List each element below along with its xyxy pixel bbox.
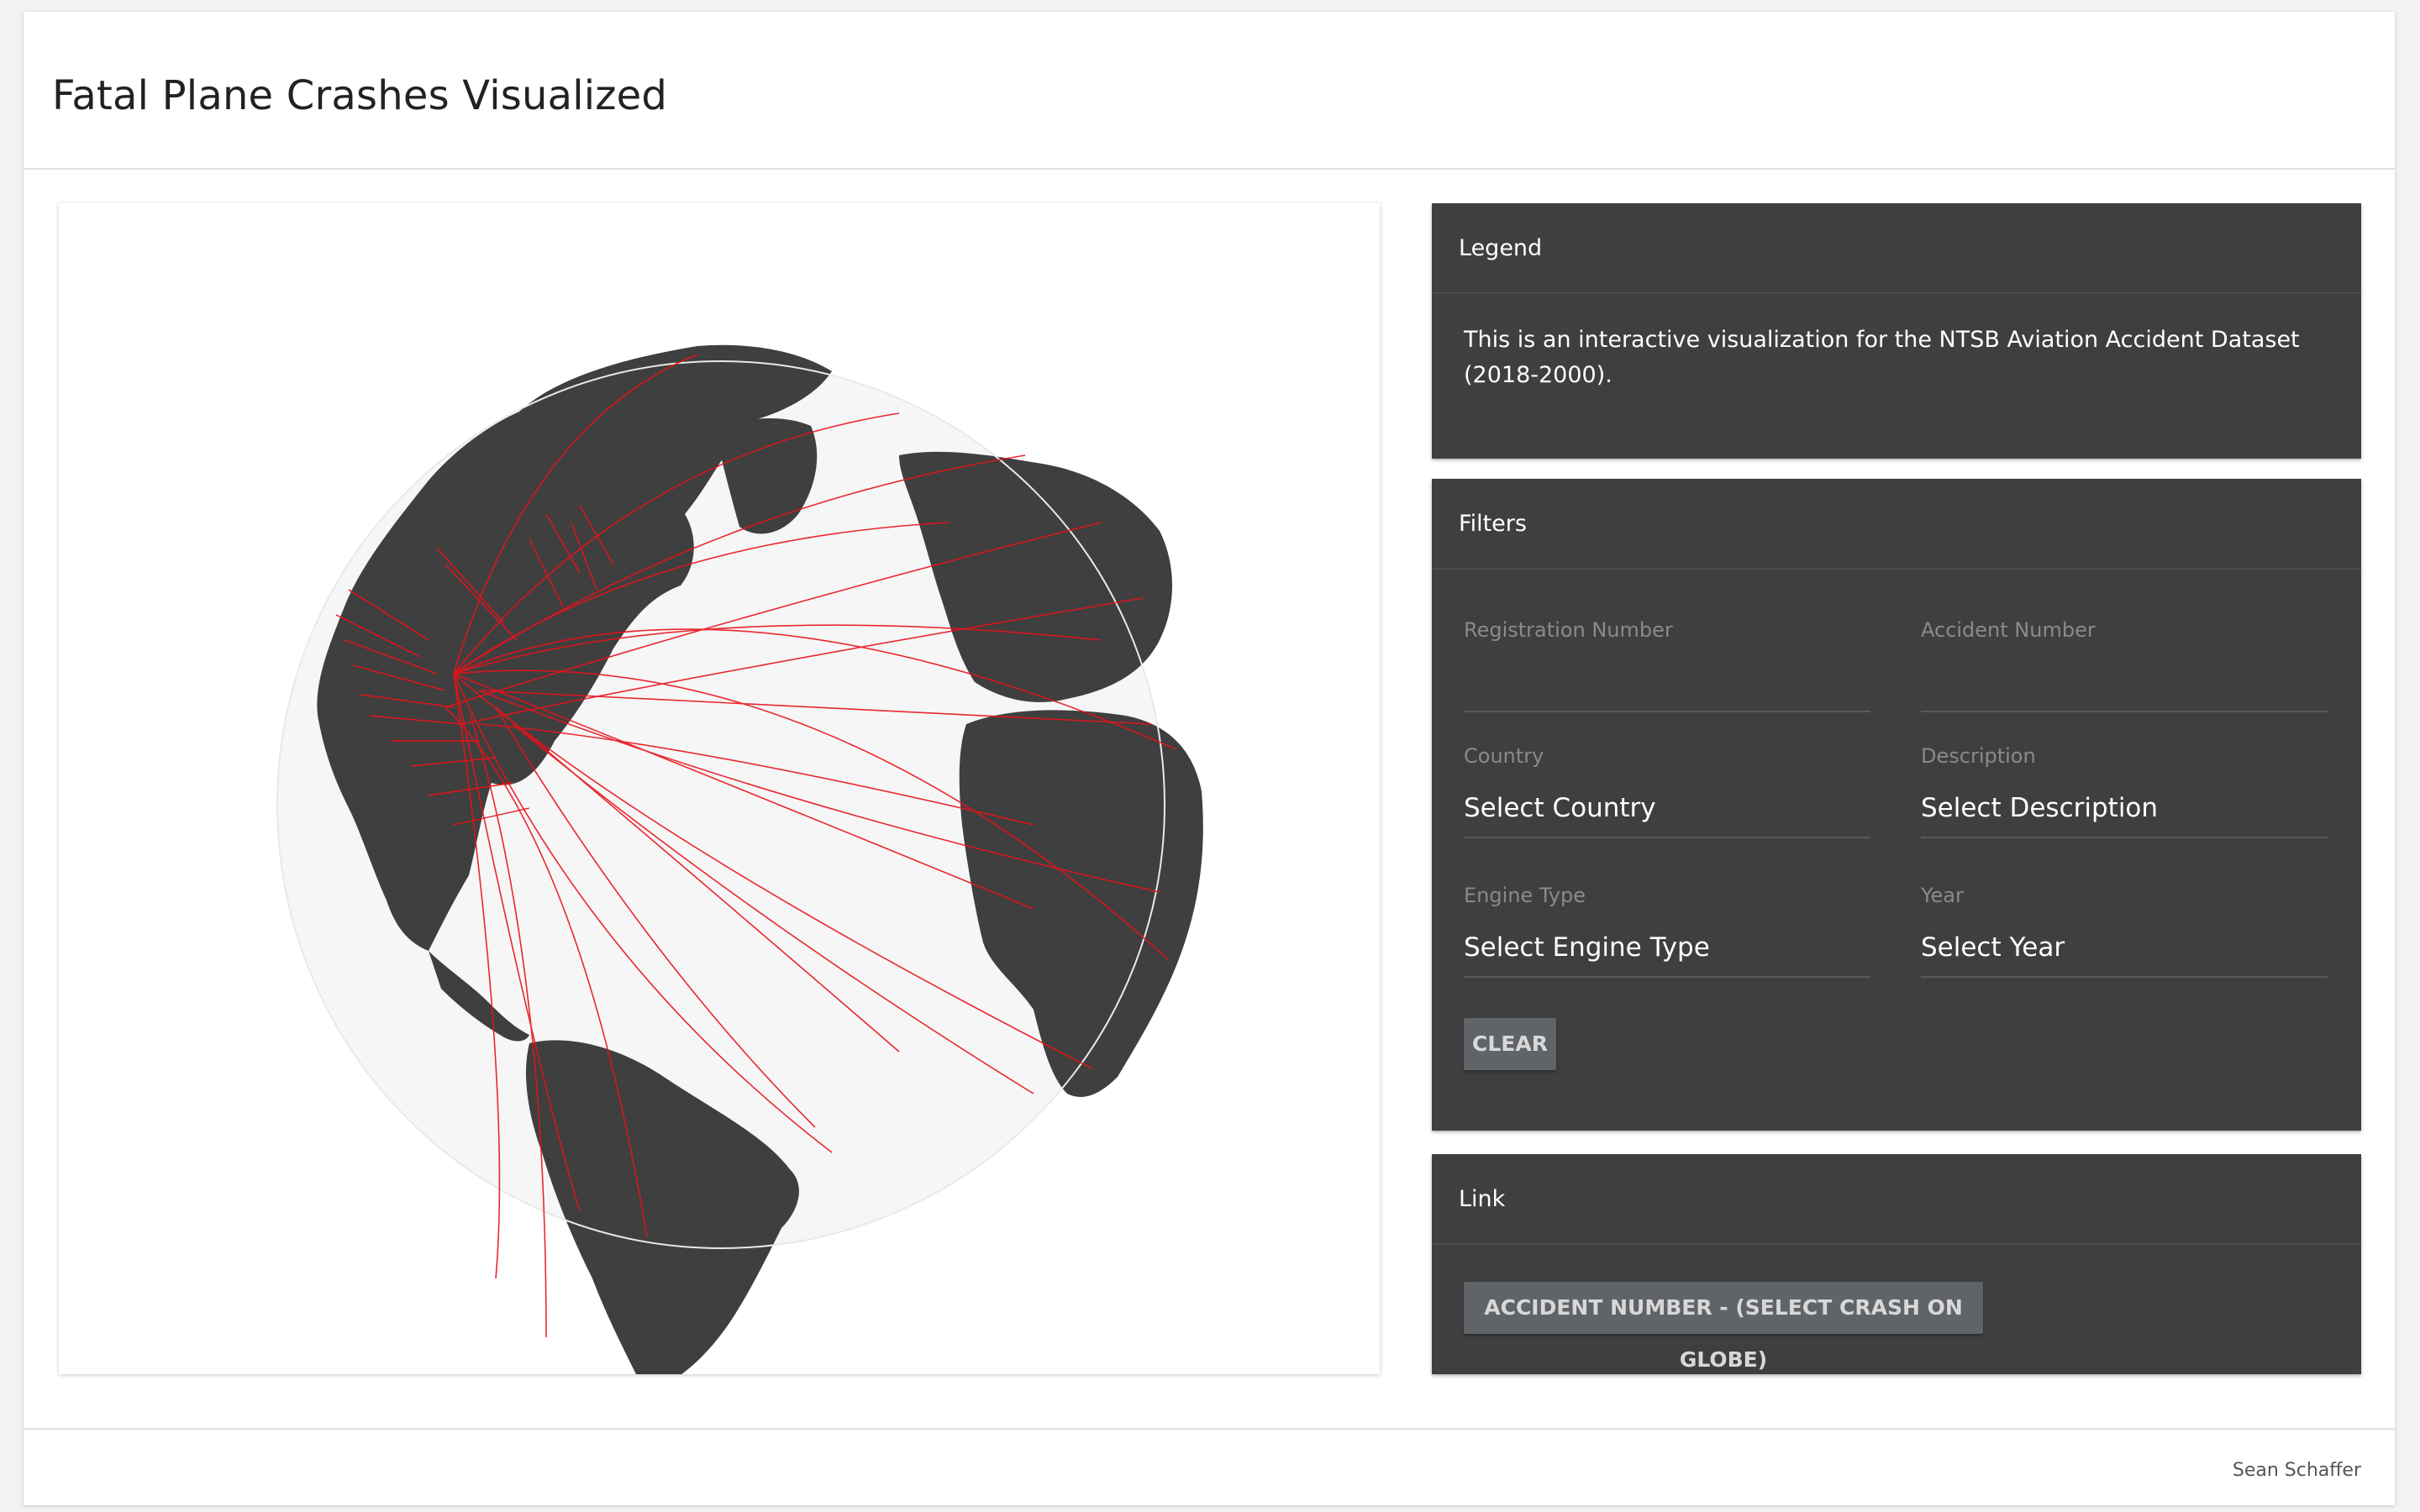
- registration-number-field[interactable]: Registration Number: [1464, 618, 1870, 719]
- accident-number-field[interactable]: Accident Number: [1921, 618, 2328, 719]
- year-select-value[interactable]: Select Year: [1921, 932, 2065, 963]
- country-underline: [1464, 837, 1870, 838]
- country-select-value[interactable]: Select Country: [1464, 793, 1656, 823]
- legend-description: This is an interactive visualization for…: [1464, 327, 2300, 388]
- link-panel: Link ACCIDENT NUMBER - (SELECT CRASH ON …: [1432, 1154, 2361, 1374]
- engine-type-label: Engine Type: [1464, 884, 1586, 907]
- link-title: Link: [1459, 1186, 1506, 1212]
- link-header: Link: [1432, 1154, 2361, 1245]
- legend-title: Legend: [1459, 235, 1543, 261]
- filters-panel: Filters Registration Number Accident Num…: [1432, 479, 2361, 1131]
- accident-number-link-button[interactable]: ACCIDENT NUMBER - (SELECT CRASH ON GLOBE…: [1464, 1282, 1983, 1372]
- registration-number-underline: [1464, 711, 1870, 712]
- engine-type-select-value[interactable]: Select Engine Type: [1464, 932, 1710, 963]
- legend-panel: Legend This is an interactive visualizat…: [1432, 203, 2361, 459]
- country-label: Country: [1464, 744, 1544, 768]
- year-label: Year: [1921, 884, 1964, 907]
- clear-button[interactable]: CLEAR: [1464, 1018, 1556, 1070]
- accident-number-underline: [1921, 711, 2328, 712]
- page-header: Fatal Plane Crashes Visualized: [24, 12, 2395, 170]
- footer-author: Sean Schaffer: [2232, 1460, 2361, 1481]
- description-select-value[interactable]: Select Description: [1921, 793, 2158, 823]
- description-label: Description: [1921, 744, 2036, 768]
- description-select[interactable]: Description Select Description: [1921, 744, 2328, 848]
- legend-header: Legend: [1432, 203, 2361, 294]
- crash-globe[interactable]: [59, 203, 1380, 1374]
- year-underline: [1921, 976, 2328, 978]
- year-select[interactable]: Year Select Year: [1921, 884, 2328, 988]
- country-select[interactable]: Country Select Country: [1464, 744, 1870, 848]
- engine-type-underline: [1464, 976, 1870, 978]
- engine-type-select[interactable]: Engine Type Select Engine Type: [1464, 884, 1870, 988]
- filters-title: Filters: [1459, 511, 1527, 537]
- page-footer: Sean Schaffer: [24, 1428, 2395, 1507]
- page-container: Fatal Plane Crashes Visualized Legend Th…: [24, 12, 2395, 1505]
- page-title: Fatal Plane Crashes Visualized: [52, 72, 668, 119]
- accident-number-label: Accident Number: [1921, 618, 2096, 642]
- globe-card[interactable]: [59, 203, 1380, 1374]
- filters-header: Filters: [1432, 479, 2361, 570]
- description-underline: [1921, 837, 2328, 838]
- registration-number-label: Registration Number: [1464, 618, 1673, 642]
